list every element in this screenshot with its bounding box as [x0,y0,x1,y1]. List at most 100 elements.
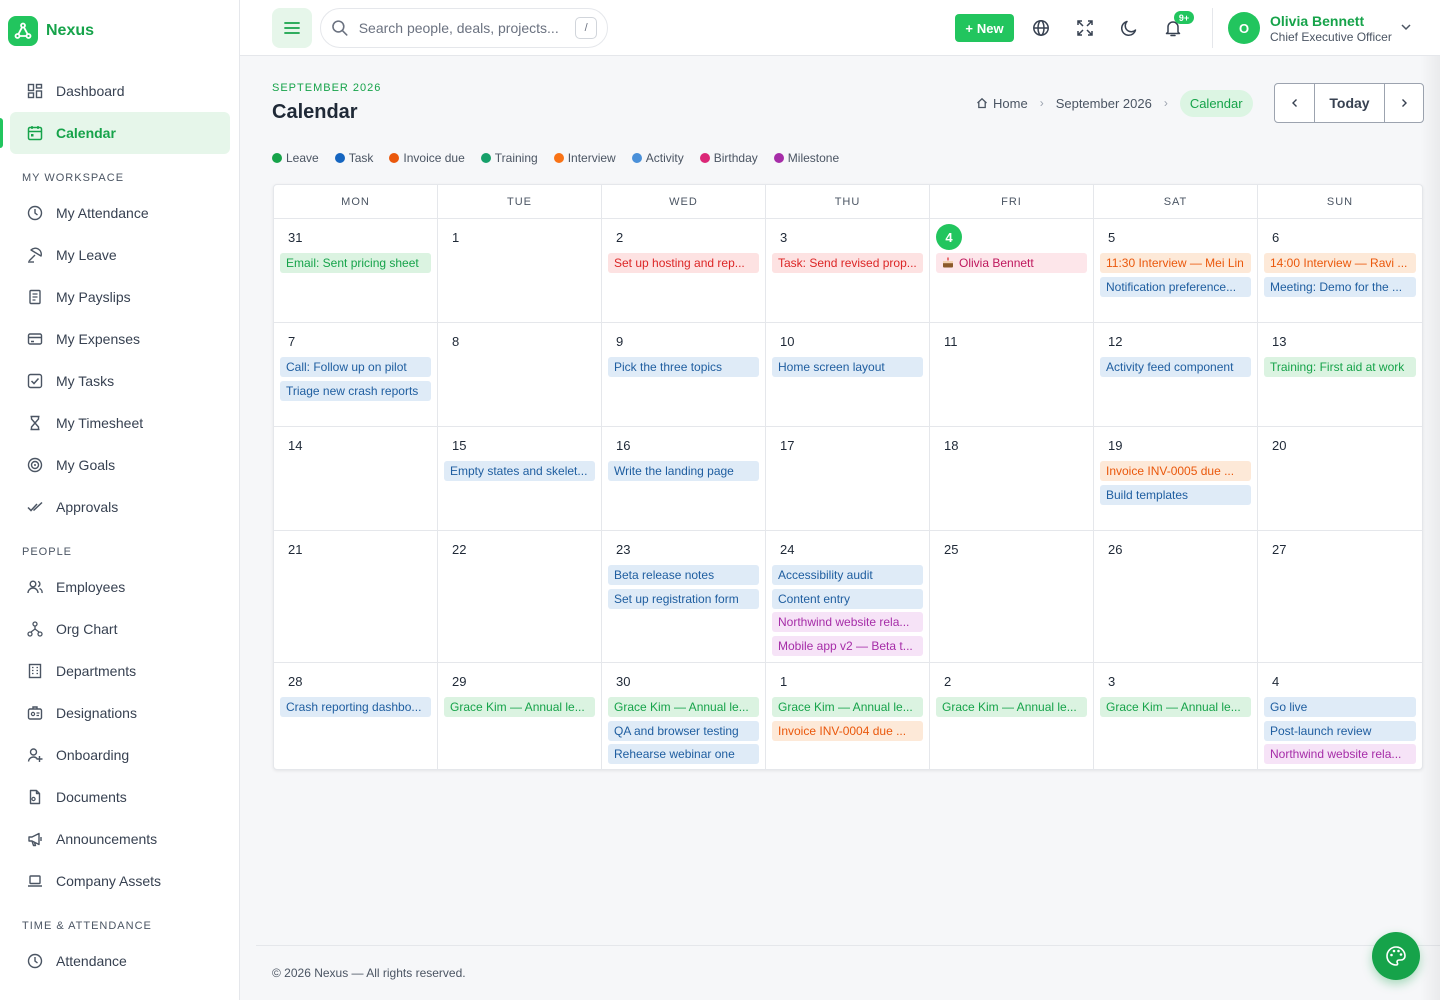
calendar-day-cell[interactable]: 28 Crash reporting dashbo... [274,663,438,769]
calendar-event[interactable]: Invoice INV-0004 due ... [772,720,923,741]
sidebar-item-departments[interactable]: Departments [10,650,230,692]
previous-month-button[interactable] [1275,84,1315,122]
calendar-day-cell[interactable]: 3 Grace Kim — Annual le... [1094,663,1258,769]
theme-customizer-button[interactable] [1372,932,1420,980]
calendar-day-cell[interactable]: 19 Invoice INV-0005 due ... Build template… [1094,427,1258,530]
calendar-event[interactable]: Post-launch review [1264,720,1416,741]
calendar-day-cell[interactable]: 12 Activity feed component [1094,323,1258,426]
sidebar-item-onboarding[interactable]: Onboarding [10,734,230,776]
search-box[interactable]: / [320,8,608,48]
calendar-day-cell[interactable]: 21 [274,531,438,662]
calendar-event[interactable]: Content entry [772,588,923,609]
next-month-button[interactable] [1385,84,1423,122]
search-input[interactable] [358,20,566,36]
calendar-day-cell[interactable]: 30 Grace Kim — Annual le... QA and browser… [602,663,766,769]
calendar-event[interactable]: Beta release notes [608,565,759,585]
calendar-day-cell[interactable]: 13 Training: First aid at work [1258,323,1422,426]
sidebar-item-dashboard[interactable]: Dashboard [10,70,230,112]
sidebar-item-calendar[interactable]: Calendar [0,112,230,154]
calendar-day-cell[interactable]: 24 Accessibility audit Content entry Northw… [766,531,930,662]
sidebar-item-announcements[interactable]: Announcements [10,818,230,860]
calendar-day-cell[interactable]: 20 [1258,427,1422,530]
calendar-event[interactable]: Set up hosting and rep... [608,253,759,273]
calendar-event[interactable]: Training: First aid at work [1264,357,1416,377]
calendar-day-cell[interactable]: 3 Task: Send revised prop... [766,219,930,322]
fullscreen-button[interactable] [1067,10,1103,46]
calendar-event[interactable]: Go live [1264,697,1416,717]
calendar-day-cell[interactable]: 1 Grace Kim — Annual le... Invoice INV-000… [766,663,930,769]
calendar-day-cell[interactable]: 2 Set up hosting and rep... [602,219,766,322]
calendar-day-cell[interactable]: 4 Go live Post-launch review Northwind webs… [1258,663,1422,769]
sidebar-item-my-goals[interactable]: My Goals [10,444,230,486]
new-button[interactable]: + New [955,14,1014,42]
calendar-event[interactable]: Notification preference... [1100,276,1251,297]
calendar-day-cell[interactable]: 7 Call: Follow up on pilot Triage new cras… [274,323,438,426]
calendar-event[interactable]: Rehearse webinar one [608,744,759,764]
calendar-day-cell[interactable]: 15 Empty states and skelet... [438,427,602,530]
sidebar-item-documents[interactable]: Documents [10,776,230,818]
sidebar-item-my-timesheet[interactable]: My Timesheet [10,402,230,444]
calendar-event[interactable]: Grace Kim — Annual le... [772,697,923,717]
sidebar-item-company-assets[interactable]: Company Assets [10,860,230,902]
calendar-event[interactable]: Grace Kim — Annual le... [936,697,1087,717]
user-menu-chevron[interactable] [1400,20,1412,38]
calendar-day-cell[interactable]: 8 [438,323,602,426]
breadcrumb-month[interactable]: September 2026 [1056,96,1152,111]
calendar-day-cell[interactable]: 26 [1094,531,1258,662]
calendar-event[interactable]: Meeting: Demo for the ... [1264,276,1416,297]
calendar-event[interactable]: QA and browser testing [608,720,759,741]
calendar-event[interactable]: Northwind website rela... [1264,744,1416,764]
menu-toggle-button[interactable] [272,8,312,48]
calendar-day-cell[interactable]: 27 [1258,531,1422,662]
calendar-event[interactable]: Empty states and skelet... [444,461,595,481]
calendar-event[interactable]: Mobile app v2 — Beta t... [772,635,923,656]
calendar-event[interactable]: Triage new crash reports [280,380,431,401]
calendar-day-cell[interactable]: 22 [438,531,602,662]
language-button[interactable] [1023,10,1059,46]
calendar-event[interactable]: Crash reporting dashbo... [280,697,431,717]
sidebar-item-my-payslips[interactable]: My Payslips [10,276,230,318]
calendar-event[interactable]: Olivia Bennett [936,253,1087,273]
calendar-day-cell[interactable]: 23 Beta release notes Set up registration … [602,531,766,662]
calendar-day-cell[interactable]: 1 [438,219,602,322]
calendar-event[interactable]: Set up registration form [608,588,759,609]
calendar-event[interactable]: Grace Kim — Annual le... [608,697,759,717]
calendar-event[interactable]: Build templates [1100,484,1251,505]
calendar-day-cell[interactable]: 9 Pick the three topics [602,323,766,426]
calendar-event[interactable]: Grace Kim — Annual le... [444,697,595,717]
calendar-event[interactable]: Write the landing page [608,461,759,481]
brand[interactable]: Nexus [8,16,94,46]
calendar-event[interactable]: Pick the three topics [608,357,759,377]
calendar-day-cell[interactable]: 14 [274,427,438,530]
calendar-day-cell[interactable]: 25 [930,531,1094,662]
sidebar-item-org-chart[interactable]: Org Chart [10,608,230,650]
calendar-event[interactable]: Email: Sent pricing sheet [280,253,431,273]
calendar-event[interactable]: Task: Send revised prop... [772,253,923,273]
sidebar-item-designations[interactable]: Designations [10,692,230,734]
calendar-day-cell[interactable]: 31 Email: Sent pricing sheet [274,219,438,322]
calendar-day-cell[interactable]: 16 Write the landing page [602,427,766,530]
calendar-event[interactable]: 11:30 Interview — Mei Lin [1100,253,1251,273]
calendar-day-cell[interactable]: 6 14:00 Interview — Ravi ... Meeting: Demo… [1258,219,1422,322]
calendar-event[interactable]: Home screen layout [772,357,923,377]
calendar-day-cell[interactable]: 29 Grace Kim — Annual le... [438,663,602,769]
calendar-day-cell[interactable]: 10 Home screen layout [766,323,930,426]
calendar-event[interactable]: Invoice INV-0005 due ... [1100,461,1251,481]
calendar-day-cell[interactable]: 5 11:30 Interview — Mei Lin Notification p… [1094,219,1258,322]
breadcrumb-home[interactable]: Home [976,96,1028,111]
calendar-event[interactable]: Activity feed component [1100,357,1251,377]
user-name[interactable]: Olivia Bennett [1270,13,1364,29]
calendar-event[interactable]: 14:00 Interview — Ravi ... [1264,253,1416,273]
sidebar-item-approvals[interactable]: Approvals [10,486,230,528]
sidebar-item-my-expenses[interactable]: My Expenses [10,318,230,360]
sidebar-item-my-attendance[interactable]: My Attendance [10,192,230,234]
calendar-event[interactable]: Grace Kim — Annual le... [1100,697,1251,717]
avatar[interactable]: O [1228,12,1260,44]
sidebar-item-my-leave[interactable]: My Leave [10,234,230,276]
sidebar-item-attendance[interactable]: Attendance [10,940,230,982]
notifications-button[interactable]: 9+ [1155,10,1194,46]
today-button[interactable]: Today [1315,84,1385,122]
calendar-day-cell[interactable]: 17 [766,427,930,530]
theme-toggle-button[interactable] [1111,10,1147,46]
calendar-event[interactable]: Call: Follow up on pilot [280,357,431,377]
